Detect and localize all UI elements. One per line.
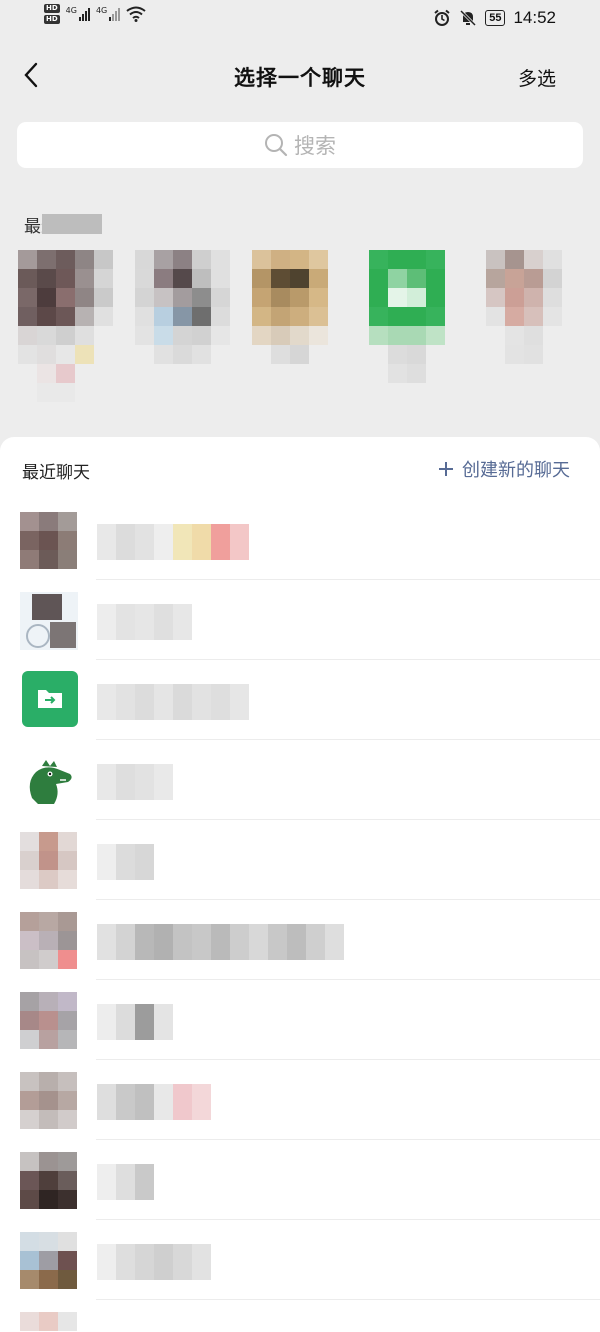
search-bar[interactable]: 搜索 (17, 122, 583, 168)
contact-name-obscured (97, 1164, 154, 1200)
avatar (20, 512, 78, 570)
contact-name-obscured (97, 844, 154, 880)
hd-badge-2: HD (44, 15, 60, 24)
recent-forwards-label: 最近转发 (24, 212, 102, 237)
contact-name-obscured (97, 764, 173, 800)
chat-row[interactable] (0, 1300, 600, 1332)
alarm-icon (434, 9, 450, 26)
avatar (20, 1232, 78, 1290)
avatar (486, 250, 562, 364)
wifi-icon (126, 6, 146, 22)
hd-badges: HD HD (44, 4, 60, 24)
mute-bell-icon (460, 9, 477, 27)
clock: 14:52 (513, 8, 556, 27)
avatar (18, 250, 113, 402)
chat-row[interactable] (0, 500, 600, 580)
avatar (20, 592, 78, 650)
plus-icon (439, 462, 453, 476)
avatar (20, 912, 78, 970)
recent-contact-1[interactable] (18, 250, 116, 410)
contact-name-obscured (97, 1084, 211, 1120)
status-bar: HD HD 4G 4G 55 14:52 (0, 0, 600, 40)
chat-row[interactable] (0, 580, 600, 660)
create-new-chat-label: 创建新的聊天 (462, 460, 570, 481)
chat-row[interactable] (0, 1060, 600, 1140)
recent-contact-3[interactable] (252, 250, 350, 410)
navigation-bar: 选择一个聊天 多选 (0, 48, 600, 104)
folder-arrow-icon (38, 690, 62, 708)
contact-name-obscured (97, 524, 249, 560)
page-title: 选择一个聊天 (234, 66, 366, 90)
avatar (252, 250, 328, 364)
recent-contact-5[interactable] (486, 250, 584, 410)
chat-row[interactable] (0, 820, 600, 900)
avatar (20, 1312, 78, 1332)
create-new-chat-button[interactable]: 创建新的聊天 (438, 456, 570, 482)
contact-name-obscured (97, 1244, 211, 1280)
avatar (20, 1072, 78, 1130)
search-icon (265, 134, 288, 157)
avatar (20, 832, 78, 890)
contact-name-obscured (97, 604, 192, 640)
chat-row[interactable] (0, 1220, 600, 1300)
signal-icon (78, 7, 90, 21)
hd-badge-1: HD (44, 4, 60, 13)
network-type-2: 4G (95, 5, 108, 15)
chat-row[interactable] (0, 740, 600, 820)
avatar (20, 752, 78, 810)
chat-row-file-transfer[interactable] (0, 660, 600, 740)
recent-chats-header: 最近聊天 (22, 463, 90, 483)
contact-name-obscured (97, 684, 249, 720)
chat-row[interactable] (0, 980, 600, 1060)
search-placeholder: 搜索 (294, 134, 336, 158)
folder-icon (369, 250, 445, 383)
network-type-1: 4G (65, 5, 77, 15)
avatar (20, 1152, 78, 1210)
contact-name-obscured (97, 1004, 173, 1040)
avatar (20, 992, 78, 1050)
file-transfer-icon (22, 671, 78, 727)
multi-select-button[interactable]: 多选 (518, 64, 556, 91)
chat-row[interactable] (0, 900, 600, 980)
signal-icon-2 (109, 7, 121, 21)
recent-contact-file-transfer[interactable] (369, 250, 467, 410)
dinosaur-icon (29, 760, 72, 804)
contact-name-obscured (97, 924, 344, 960)
chat-row[interactable] (0, 1140, 600, 1220)
recent-contact-2[interactable] (135, 250, 233, 410)
battery-indicator: 55 (485, 10, 506, 26)
avatar (135, 250, 230, 364)
